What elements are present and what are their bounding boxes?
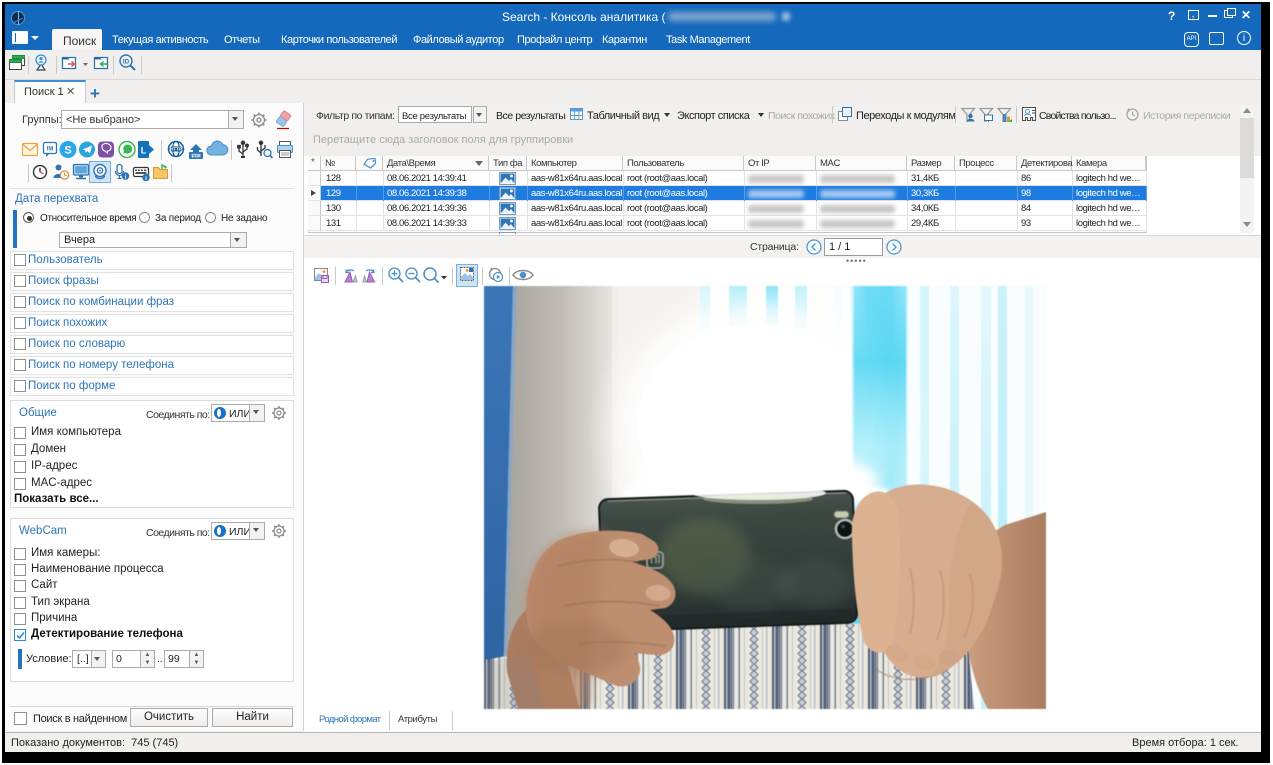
svg-text:S: S: [64, 145, 71, 157]
svg-text:ID: ID: [123, 59, 130, 66]
svg-text:FTP: FTP: [192, 154, 201, 159]
svg-text:HTTP: HTTP: [170, 147, 182, 152]
svg-text:IM: IM: [47, 147, 54, 153]
svg-text:L: L: [141, 146, 147, 156]
